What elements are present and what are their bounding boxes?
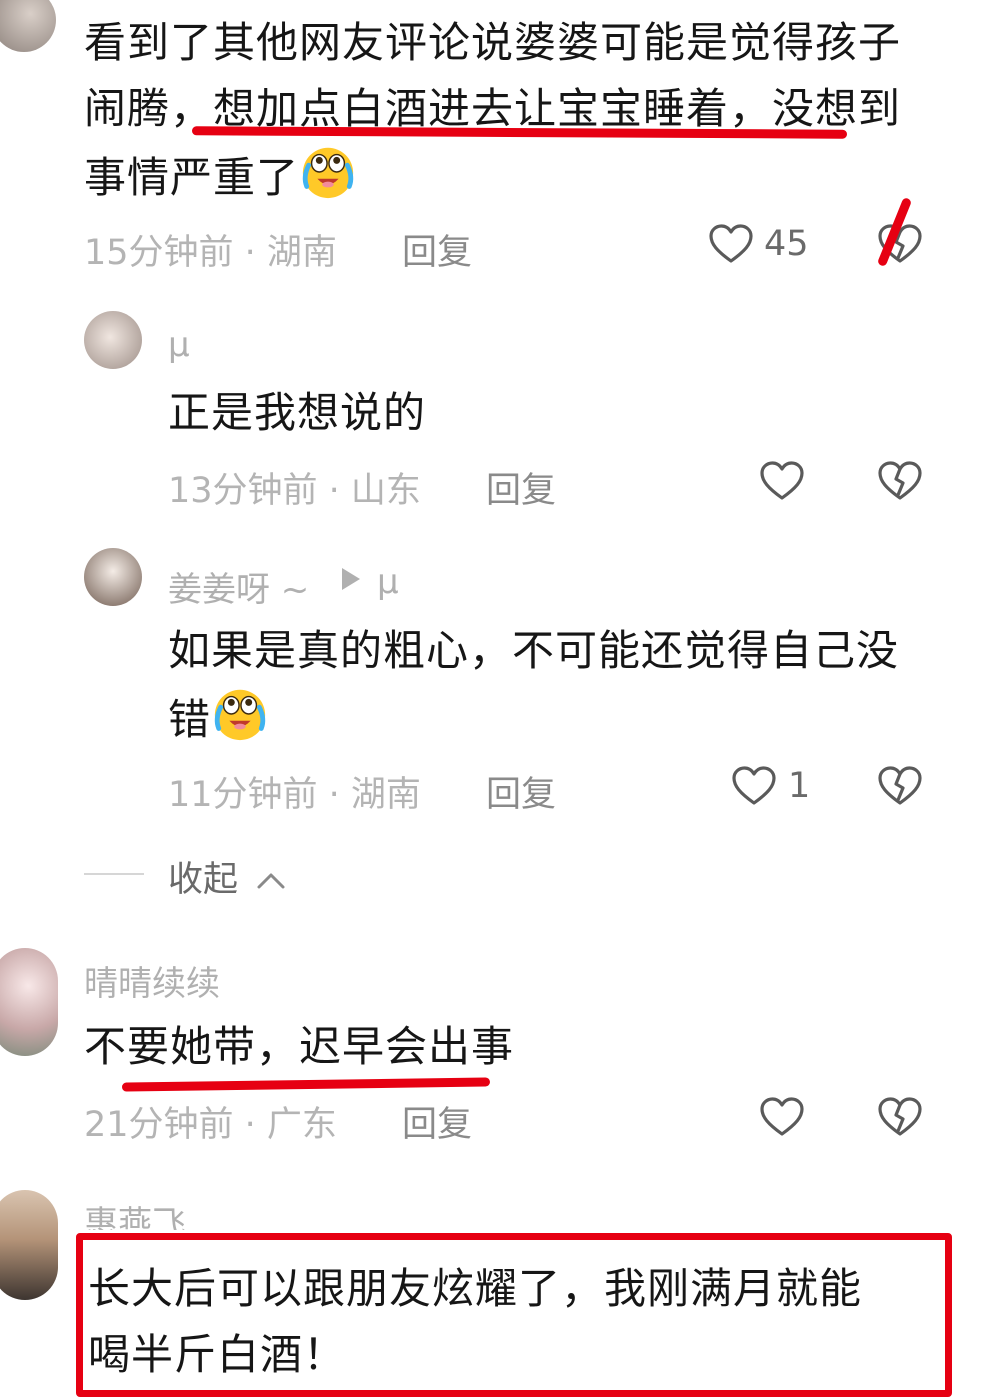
collapse-divider bbox=[84, 873, 144, 875]
avatar[interactable] bbox=[84, 548, 142, 606]
reply-button[interactable]: 回复 bbox=[486, 766, 556, 817]
like-count: 45 bbox=[764, 224, 809, 264]
reply-to-username[interactable]: μ bbox=[377, 562, 399, 602]
chevron-up-icon bbox=[255, 862, 287, 902]
crying-laughing-emoji bbox=[299, 142, 357, 219]
avatar[interactable] bbox=[84, 311, 142, 369]
broken-heart-icon[interactable] bbox=[876, 457, 924, 509]
comment-text: 看到了其他网友评论说婆婆可能是觉得孩子闹腾，想加点白酒进去让宝宝睡着，没想到事情… bbox=[84, 10, 914, 219]
comment-text: 正是我想说的 bbox=[168, 388, 427, 437]
comment-text: 如果是真的粗心，不可能还觉得自己没 错 bbox=[168, 618, 958, 761]
username[interactable]: 晴晴续续 bbox=[84, 956, 220, 1005]
reply-button[interactable]: 回复 bbox=[402, 224, 472, 275]
avatar[interactable] bbox=[0, 0, 56, 52]
like-count: 1 bbox=[788, 766, 811, 806]
comment-meta: 13分钟前 · 山东 bbox=[168, 471, 421, 511]
reply-button[interactable]: 回复 bbox=[486, 462, 556, 513]
reply-button[interactable]: 回复 bbox=[402, 1096, 472, 1147]
red-box-annotation bbox=[76, 1233, 952, 1397]
comment-meta: 11分钟前 · 湖南 bbox=[168, 775, 421, 815]
username[interactable]: 惠燕飞 bbox=[84, 1196, 186, 1230]
broken-heart-icon[interactable] bbox=[876, 1093, 924, 1145]
heart-outline-icon[interactable] bbox=[730, 762, 778, 814]
collapse-button[interactable]: 收起 bbox=[168, 851, 285, 902]
comment-meta: 21分钟前 · 广东 bbox=[84, 1105, 337, 1145]
heart-outline-icon[interactable] bbox=[707, 220, 755, 272]
username[interactable]: μ bbox=[168, 325, 190, 365]
broken-heart-icon[interactable] bbox=[876, 762, 924, 814]
crying-laughing-emoji bbox=[211, 684, 269, 761]
play-triangle-icon bbox=[340, 566, 362, 596]
heart-outline-icon[interactable] bbox=[758, 457, 806, 509]
avatar[interactable] bbox=[0, 1190, 58, 1300]
comment-text: 不要她带，迟早会出事 bbox=[84, 1022, 515, 1071]
comment-meta: 15分钟前 · 湖南 bbox=[84, 233, 337, 273]
username[interactable]: 姜姜呀 ~ bbox=[168, 562, 309, 611]
heart-outline-icon[interactable] bbox=[758, 1093, 806, 1145]
avatar[interactable] bbox=[0, 948, 58, 1056]
